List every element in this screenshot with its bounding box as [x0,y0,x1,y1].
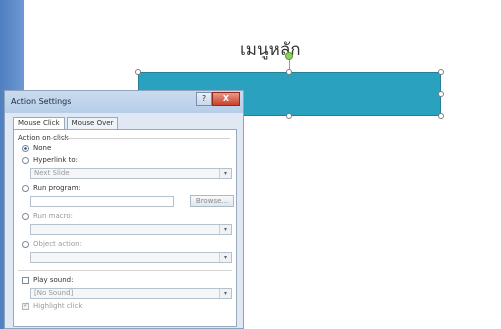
run-program-input[interactable] [30,196,174,207]
resize-handle-bottom-right[interactable] [438,113,444,119]
hyperlink-dropdown[interactable]: Next Slide ▾ [30,168,232,179]
run-macro-radio[interactable] [22,212,29,220]
option-run-macro[interactable]: Run macro: [22,212,73,220]
rotation-handle[interactable] [285,52,293,60]
run-program-radio[interactable] [22,184,29,192]
chevron-down-icon[interactable]: ▾ [219,169,231,178]
run-macro-dropdown[interactable]: ▾ [30,224,232,235]
help-button[interactable]: ? [196,92,212,106]
group-divider [50,138,230,139]
none-radio[interactable] [22,144,29,152]
option-highlight-click[interactable]: Highlight click [22,301,83,310]
browse-button[interactable]: Browse... [190,195,234,207]
resize-handle-top-right[interactable] [438,69,444,75]
window-buttons: ? X [196,92,240,106]
dialog-tabs: Mouse Click Mouse Over [13,117,120,130]
chevron-down-icon[interactable]: ▾ [219,225,231,234]
play-sound-checkbox[interactable] [22,276,29,284]
option-object-action[interactable]: Object action: [22,240,82,248]
hyperlink-label: Hyperlink to: [33,156,79,164]
sound-value: [No Sound] [34,289,74,297]
play-sound-label: Play sound: [33,276,74,284]
section-divider [18,270,232,271]
chevron-down-icon[interactable]: ▾ [219,253,231,262]
run-macro-label: Run macro: [33,212,73,220]
highlight-click-checkbox[interactable] [22,301,29,310]
resize-handle-mid-right[interactable] [438,91,444,97]
object-action-radio[interactable] [22,240,29,248]
object-action-dropdown[interactable]: ▾ [30,252,232,263]
object-action-label: Object action: [33,240,82,248]
dialog-titlebar[interactable]: Action Settings ? X [5,91,243,113]
tab-panel: Action on click None Hyperlink to: Next … [13,129,237,327]
dialog-title: Action Settings [11,97,72,106]
option-run-program[interactable]: Run program: [22,184,81,192]
resize-handle-top-left[interactable] [135,69,141,75]
hyperlink-value: Next Slide [34,169,70,177]
none-label: None [33,144,52,152]
option-play-sound[interactable]: Play sound: [22,276,73,284]
sound-dropdown[interactable]: [No Sound] ▾ [30,288,232,299]
option-none[interactable]: None [22,144,51,152]
resize-handle-bottom-mid[interactable] [286,113,292,119]
option-hyperlink[interactable]: Hyperlink to: [22,156,78,164]
highlight-click-label: Highlight click [33,302,83,310]
run-program-label: Run program: [33,184,81,192]
chevron-down-icon[interactable]: ▾ [219,289,231,298]
resize-handle-top-mid[interactable] [286,69,292,75]
hyperlink-radio[interactable] [22,156,29,164]
tab-mouse-over[interactable]: Mouse Over [66,117,119,129]
close-button[interactable]: X [212,92,240,106]
action-settings-dialog: Action Settings ? X Mouse Click Mouse Ov… [4,90,244,329]
